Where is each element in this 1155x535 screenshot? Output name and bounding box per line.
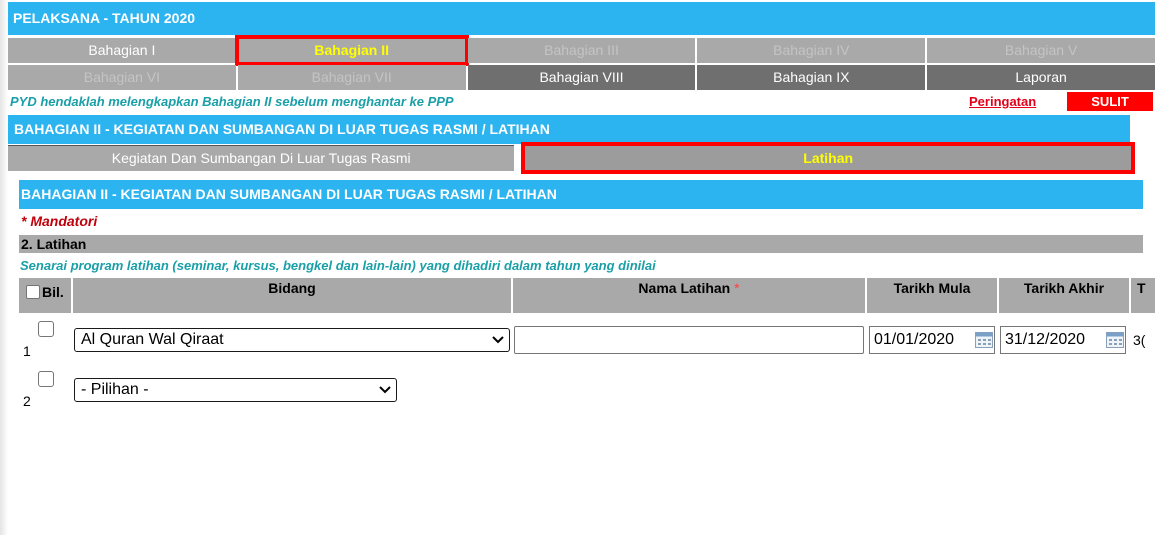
mandatory-note: * Mandatori [21,213,98,229]
nama-latihan-label: Nama Latihan [638,280,731,296]
latihan-description: Senarai program latihan (seminar, kursus… [20,258,656,273]
subtab-kegiatan[interactable]: Kegiatan Dan Sumbangan Di Luar Tugas Ras… [8,145,515,171]
column-header-bidang: Bidang [73,278,511,313]
tab-bahagian-8[interactable]: Bahagian VIII [467,65,696,90]
tab-bahagian-2[interactable]: Bahagian II [234,35,469,66]
classification-badge: SULIT [1067,92,1153,111]
bil-label: Bil. [42,284,64,300]
column-header-tarikh-mula: Tarikh Mula [867,278,997,313]
subtabs: Kegiatan Dan Sumbangan Di Luar Tugas Ras… [8,142,1135,174]
select-all-checkbox[interactable] [26,285,40,299]
row-1-extra-value: 3( [1133,332,1146,348]
completion-notice: PYD hendaklah melengkapkan Bahagian II s… [10,94,454,109]
row-1-bidang-value: Al Quran Wal Qiraat [81,331,224,348]
section-title: BAHAGIAN II - KEGIATAN DAN SUMBANGAN DI … [8,115,1130,144]
left-shadow [0,0,8,535]
row-1-nama-latihan-input[interactable] [514,326,864,354]
tab-bahagian-4: Bahagian IV [697,38,926,63]
row-2-checkbox[interactable] [38,371,54,387]
column-header-tarikh-akhir: Tarikh Akhir [999,278,1129,313]
subtab-latihan[interactable]: Latihan [521,142,1135,174]
row-2-number: 2 [23,393,31,409]
row-1-tarikh-mula-value: 01/01/2020 [874,331,955,348]
tab-bahagian-3: Bahagian III [467,38,696,63]
page-title: PELAKSANA - TAHUN 2020 [8,2,1155,35]
chevron-down-icon [492,336,504,344]
column-header-bil: Bil. [19,278,71,313]
row-1-bidang-select[interactable]: Al Quran Wal Qiraat [74,328,510,352]
form-header: BAHAGIAN II - KEGIATAN DAN SUMBANGAN DI … [19,180,1143,209]
row-1-checkbox[interactable] [38,321,54,337]
chevron-down-icon [379,386,391,394]
calendar-icon[interactable] [1106,332,1124,348]
row-2-bidang-select[interactable]: - Pilihan - [74,378,397,402]
tab-bahagian-1[interactable]: Bahagian I [8,38,236,63]
column-header-nama-latihan: Nama Latihan * [513,278,865,313]
required-mark: * [734,280,740,296]
latihan-subheader: 2. Latihan [19,235,1143,253]
calendar-icon[interactable] [975,332,993,348]
row-1-tarikh-akhir-value: 31/12/2020 [1005,331,1086,348]
tab-bahagian-9[interactable]: Bahagian IX [697,65,926,90]
row-2-bidang-value: - Pilihan - [81,381,149,398]
row-1-number: 1 [23,343,31,359]
tab-bahagian-5: Bahagian V [927,38,1155,63]
tab-bahagian-6: Bahagian VI [8,65,236,90]
warning-link[interactable]: Peringatan [969,94,1036,109]
tab-bahagian-7: Bahagian VII [237,65,466,90]
column-header-extra: T [1131,278,1155,313]
section-tabs: Bahagian I Bahagian II Bahagian III Baha… [8,35,1155,90]
tab-laporan[interactable]: Laporan [927,65,1155,90]
